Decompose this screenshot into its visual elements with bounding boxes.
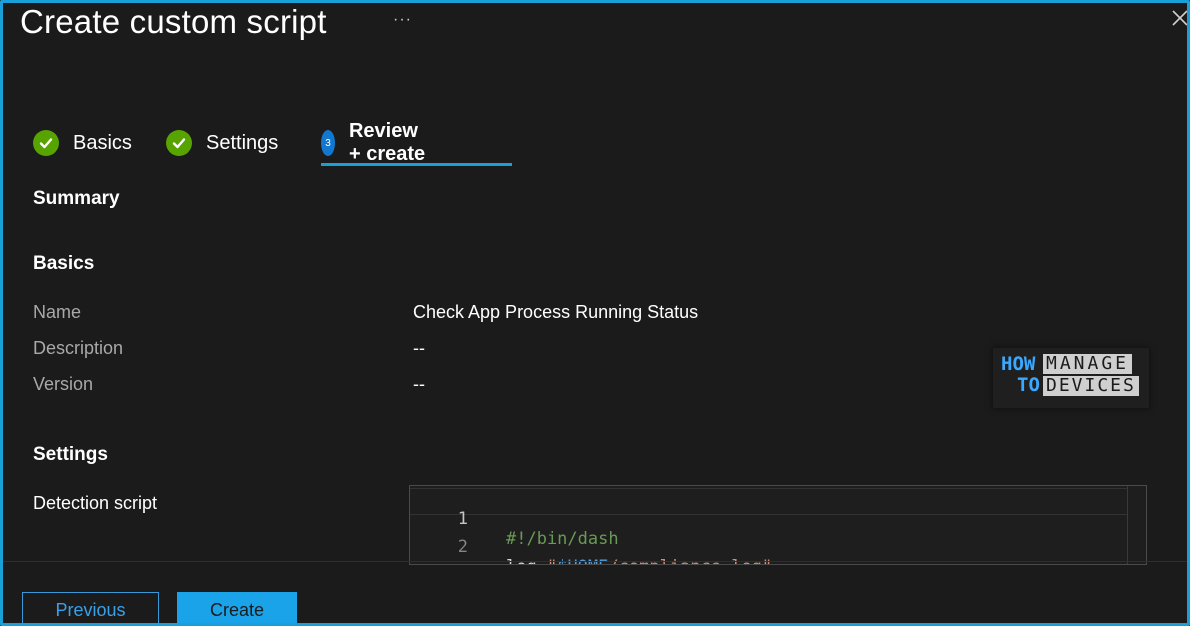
editor-scrollbar[interactable] [1127, 486, 1146, 564]
version-label: Version [33, 374, 94, 394]
tab-basics-label: Basics [73, 131, 132, 154]
howtomanagedevices-logo: HOW TO MANAGE DEVICES [993, 348, 1149, 408]
current-line-highlight [410, 488, 1127, 515]
detection-script-editor[interactable]: 1 #!/bin/dash 2 log="$HOME/compliance.lo… [409, 485, 1147, 565]
logo-to: TO [1017, 374, 1040, 396]
page-title: Create custom script [20, 3, 327, 40]
tab-settings[interactable]: Settings [166, 125, 278, 161]
check-circle-icon [33, 130, 59, 156]
description-value: -- [413, 338, 425, 358]
close-icon[interactable] [1171, 9, 1189, 27]
code-line: 2 log="$HOME/compliance.log" [410, 517, 772, 564]
tab-review-create-label: Review + create [348, 120, 426, 165]
step-number-badge: 3 [321, 130, 335, 156]
create-custom-script-pane: Create custom script ··· Basics Settings… [0, 0, 1190, 626]
summary-heading: Summary [33, 188, 120, 209]
tab-review-create[interactable]: 3 Review + create [321, 120, 430, 165]
code-text: #!/bin/dash [506, 529, 619, 549]
detection-script-label: Detection script [33, 493, 158, 513]
description-label: Description [33, 338, 124, 358]
create-button[interactable]: Create [177, 592, 297, 623]
tab-settings-label: Settings [206, 131, 279, 154]
footer-divider [3, 561, 1187, 562]
previous-button[interactable]: Previous [22, 592, 159, 623]
name-value: Check App Process Running Status [413, 302, 699, 322]
check-circle-icon [166, 130, 192, 156]
code-line: 1 #!/bin/dash [410, 489, 619, 549]
active-tab-underline [321, 163, 512, 166]
logo-devices: DEVICES [1043, 376, 1139, 396]
logo-how: HOW [1001, 353, 1036, 375]
logo-manage: MANAGE [1043, 354, 1133, 374]
basics-heading: Basics [33, 253, 95, 274]
version-value: -- [413, 374, 425, 394]
code-line: 3 echo "$(date) | Starting compliance sc… [410, 545, 471, 564]
settings-heading: Settings [33, 444, 108, 465]
tab-basics[interactable]: Basics [33, 125, 132, 161]
name-label: Name [33, 302, 82, 322]
more-options-icon[interactable]: ··· [393, 11, 412, 29]
